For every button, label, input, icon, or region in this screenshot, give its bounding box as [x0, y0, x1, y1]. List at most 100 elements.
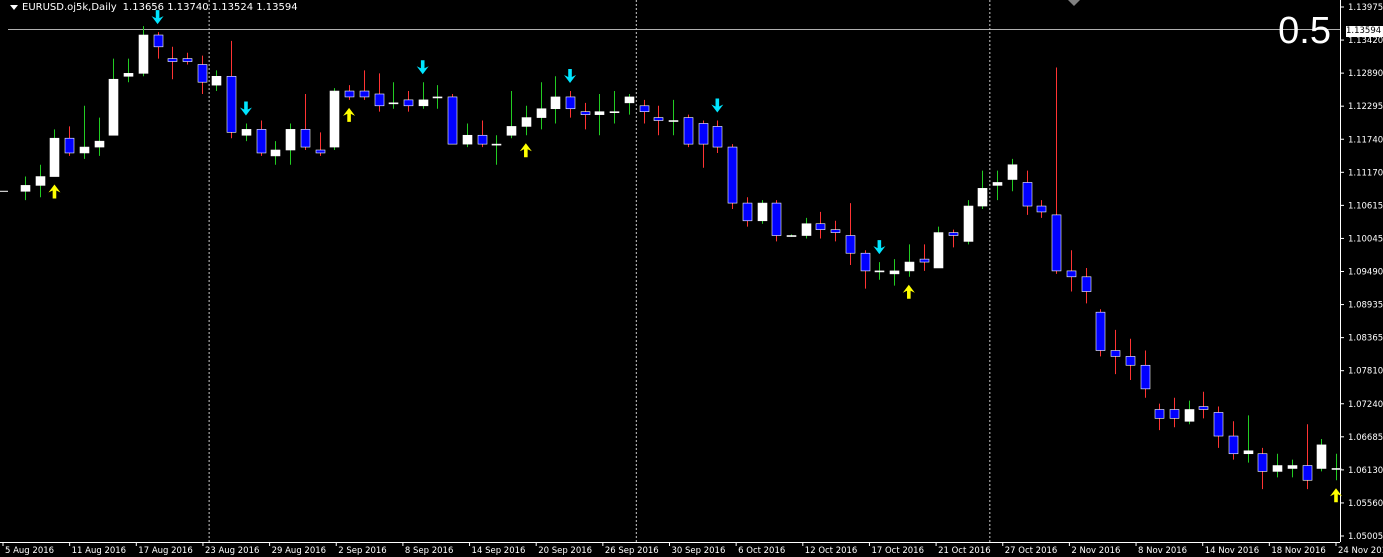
- candle-body[interactable]: [948, 232, 959, 236]
- candle-body[interactable]: [742, 202, 753, 222]
- candle-body[interactable]: [1316, 444, 1327, 469]
- candle-body[interactable]: [359, 90, 370, 98]
- candle-body[interactable]: [20, 185, 31, 192]
- candle-body[interactable]: [1154, 409, 1165, 419]
- candle-body[interactable]: [270, 149, 281, 157]
- candle-body[interactable]: [698, 123, 709, 145]
- candle-body[interactable]: [1125, 356, 1136, 366]
- candle-body[interactable]: [801, 223, 812, 236]
- time-tick-label: 26 Sep 2016: [605, 546, 659, 556]
- candle-body[interactable]: [639, 105, 650, 112]
- candle-body[interactable]: [874, 270, 885, 273]
- candle-body[interactable]: [197, 64, 208, 83]
- candle-body[interactable]: [315, 149, 326, 154]
- candle-body[interactable]: [1095, 311, 1106, 351]
- candle-body[interactable]: [167, 58, 178, 62]
- candle-body[interactable]: [1302, 465, 1313, 481]
- candle-body[interactable]: [432, 96, 443, 99]
- chart-shift-icon[interactable]: [1068, 0, 1080, 6]
- dropdown-triangle-icon[interactable]: [10, 5, 18, 10]
- candle-body[interactable]: [536, 108, 547, 118]
- candle-body[interactable]: [992, 182, 1003, 186]
- candle-body[interactable]: [123, 73, 134, 77]
- candle-body[interactable]: [1022, 182, 1033, 207]
- candle-body[interactable]: [1198, 406, 1209, 410]
- candle-body[interactable]: [447, 96, 458, 145]
- candle-body[interactable]: [477, 134, 488, 145]
- candle-body[interactable]: [285, 129, 296, 151]
- candle-body[interactable]: [300, 129, 311, 148]
- price-chart[interactable]: 1.13975 1.13420 1.12890 1.12295 1.11740 1.111…: [0, 0, 1383, 557]
- candle-body[interactable]: [977, 188, 988, 207]
- candle-body[interactable]: [1257, 453, 1268, 472]
- candle-body[interactable]: [108, 78, 119, 136]
- candle-body[interactable]: [182, 58, 193, 62]
- sell-arrow-icon: [416, 60, 429, 75]
- candle-body[interactable]: [388, 102, 399, 105]
- candle-body[interactable]: [609, 111, 620, 113]
- candle-body[interactable]: [256, 129, 267, 154]
- candle-body[interactable]: [344, 90, 355, 98]
- price-tick-label: 1.07240: [1348, 400, 1383, 410]
- candle-body[interactable]: [1184, 409, 1195, 422]
- candle-body[interactable]: [683, 117, 694, 145]
- candle-body[interactable]: [1169, 409, 1180, 419]
- candle-body[interactable]: [668, 120, 679, 122]
- candle-body[interactable]: [1140, 364, 1151, 390]
- candle-body[interactable]: [550, 96, 561, 110]
- candle-body[interactable]: [329, 90, 340, 148]
- candle-body[interactable]: [830, 229, 841, 233]
- candle-body[interactable]: [418, 99, 429, 107]
- candle-body[interactable]: [138, 34, 149, 74]
- candle-body[interactable]: [845, 235, 856, 254]
- candle-body[interactable]: [403, 99, 414, 107]
- candle-body[interactable]: [933, 232, 944, 269]
- candle-body[interactable]: [624, 96, 635, 104]
- candle-body[interactable]: [1110, 350, 1121, 357]
- time-tick-label: 8 Nov 2016: [1138, 546, 1187, 556]
- time-tick-label: 20 Sep 2016: [538, 546, 592, 556]
- candle-body[interactable]: [153, 34, 164, 48]
- candle-body[interactable]: [374, 93, 385, 107]
- candle-body[interactable]: [1036, 205, 1047, 213]
- candle-body[interactable]: [1287, 465, 1298, 469]
- candle-body[interactable]: [904, 261, 915, 272]
- candle-body[interactable]: [491, 143, 502, 146]
- candle-body[interactable]: [653, 117, 664, 121]
- candle-body[interactable]: [506, 126, 517, 136]
- time-tick-label: 17 Aug 2016: [138, 546, 192, 556]
- candle-body[interactable]: [580, 111, 591, 115]
- candle-body[interactable]: [94, 140, 105, 148]
- candle-body[interactable]: [594, 111, 605, 115]
- candle-body[interactable]: [757, 202, 768, 222]
- candle-body[interactable]: [815, 223, 826, 230]
- candle-body[interactable]: [889, 270, 900, 275]
- candle-body[interactable]: [1081, 276, 1092, 292]
- candle-body[interactable]: [1243, 450, 1254, 455]
- candle-body[interactable]: [462, 134, 473, 145]
- candle-body[interactable]: [786, 235, 797, 237]
- candle-body[interactable]: [919, 258, 930, 263]
- candle-body[interactable]: [1051, 214, 1062, 272]
- candle-body[interactable]: [771, 202, 782, 236]
- candle-body[interactable]: [211, 75, 222, 86]
- candle-body[interactable]: [49, 137, 60, 177]
- candle-body[interactable]: [521, 117, 532, 127]
- candle-body[interactable]: [226, 75, 237, 133]
- candle-body[interactable]: [727, 146, 738, 204]
- candle-body[interactable]: [1228, 435, 1239, 455]
- candle-body[interactable]: [1007, 164, 1018, 180]
- candle-body[interactable]: [860, 252, 871, 272]
- candle-body[interactable]: [963, 205, 974, 242]
- candle-body[interactable]: [1213, 412, 1224, 437]
- candle-body[interactable]: [1331, 468, 1342, 470]
- time-tick-label: 11 Aug 2016: [72, 546, 126, 556]
- candle-body[interactable]: [35, 176, 46, 186]
- candle-body[interactable]: [1272, 465, 1283, 472]
- candle-body[interactable]: [1066, 270, 1077, 278]
- candle-body[interactable]: [565, 96, 576, 110]
- candle-body[interactable]: [241, 129, 252, 136]
- candle-body[interactable]: [712, 126, 723, 148]
- candle-body[interactable]: [79, 146, 90, 154]
- candle-body[interactable]: [64, 137, 75, 154]
